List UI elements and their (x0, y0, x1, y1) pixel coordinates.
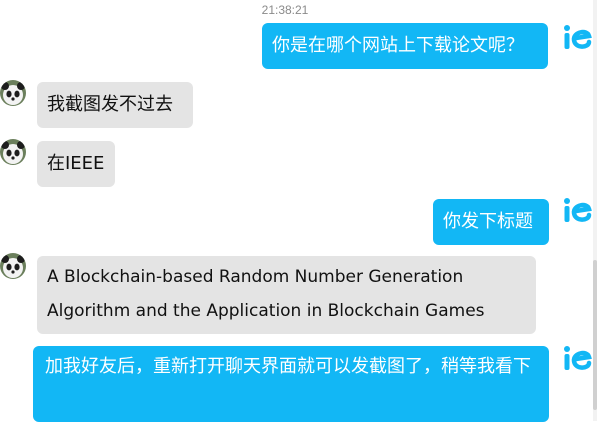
brand-logo-icon[interactable] (561, 341, 595, 375)
panda-icon[interactable] (0, 139, 26, 165)
panda-icon[interactable] (0, 253, 26, 279)
brand-logo-icon[interactable] (561, 20, 595, 54)
incoming-message[interactable]: 我截图发不过去 (37, 82, 193, 128)
incoming-message[interactable]: 在IEEE (37, 141, 115, 187)
outgoing-message[interactable]: 你是在哪个网站上下载论文呢？ (262, 23, 548, 69)
message-timestamp: 21:38:21 (261, 3, 309, 17)
panda-icon[interactable] (0, 80, 26, 106)
outgoing-message[interactable]: 加我好友后，重新打开聊天界面就可以发截图了，稍等我看下 (33, 346, 549, 422)
brand-logo-icon[interactable] (561, 193, 595, 227)
scrollbar-track[interactable] (593, 0, 597, 421)
incoming-message[interactable]: A Blockchain-based Random Number Generat… (37, 256, 536, 334)
outgoing-message[interactable]: 你发下标题 (433, 199, 549, 245)
scrollbar-thumb[interactable] (593, 260, 597, 410)
